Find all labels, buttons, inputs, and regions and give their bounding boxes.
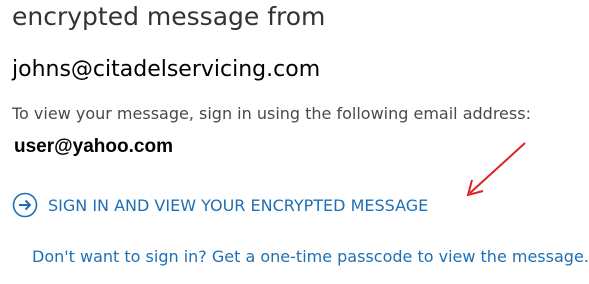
sender-email: johns@citadelservicing.com <box>12 57 321 82</box>
arrow-right-circle-icon <box>12 192 38 218</box>
sign-in-instructions: To view your message, sign in using the … <box>12 104 531 123</box>
message-heading: encrypted message from <box>12 2 326 31</box>
sign-in-view-message-link[interactable]: SIGN IN AND VIEW YOUR ENCRYPTED MESSAGE <box>12 192 428 218</box>
one-time-passcode-link[interactable]: Don't want to sign in? Get a one-time pa… <box>32 247 589 266</box>
recipient-email: user@yahoo.com <box>14 136 173 157</box>
sign-in-link-label: SIGN IN AND VIEW YOUR ENCRYPTED MESSAGE <box>48 195 429 215</box>
